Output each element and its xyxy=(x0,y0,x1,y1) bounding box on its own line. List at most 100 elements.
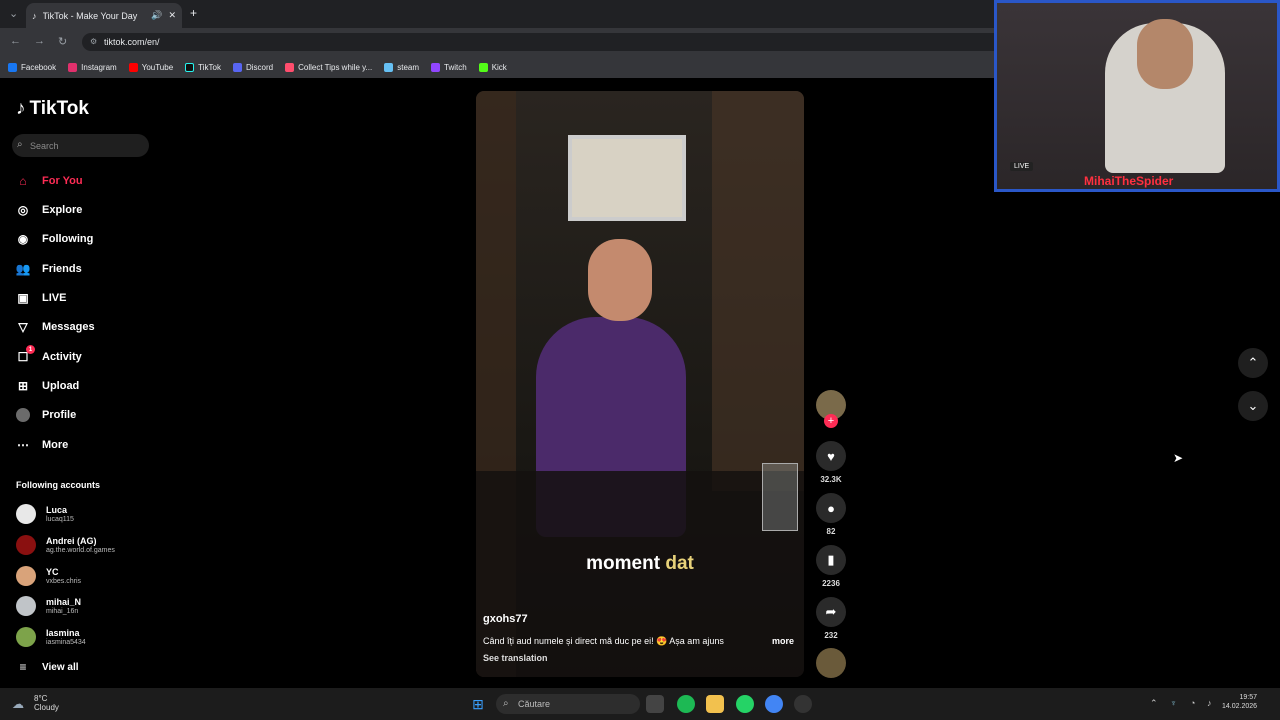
tiktok-logo[interactable]: ♪ TikTok xyxy=(16,98,89,120)
search-icon: ⌕ xyxy=(503,698,509,709)
forward-icon[interactable]: → xyxy=(34,35,45,47)
nav-following[interactable]: ◉ Following xyxy=(16,228,156,250)
volume-icon[interactable]: ♪ xyxy=(1207,698,1212,708)
activity-icon: ☐ 1 xyxy=(16,345,35,364)
back-icon[interactable]: ← xyxy=(10,35,21,47)
windows-start-icon[interactable]: ⊞ xyxy=(469,695,487,713)
url-text: tiktok.com/en/ xyxy=(104,37,160,47)
app-icon[interactable] xyxy=(794,695,812,713)
video-caption: moment dat xyxy=(586,553,694,574)
steam-icon xyxy=(384,62,394,72)
tips-icon xyxy=(285,62,295,72)
nav-upload[interactable]: ⊞ Upload xyxy=(16,375,156,397)
instagram-icon xyxy=(68,62,78,72)
bookmark-icon: ▮ xyxy=(816,545,846,575)
wifi-icon[interactable]: ◔ xyxy=(1190,698,1195,708)
taskbar-search[interactable]: ⌕ Căutare xyxy=(496,694,640,714)
nav-messages[interactable]: ▽ Messages xyxy=(16,316,156,338)
audio-icon[interactable]: 🔊 xyxy=(151,10,162,21)
avatar xyxy=(16,596,36,616)
bookmark-instagram[interactable]: Instagram xyxy=(68,62,117,72)
bookmark-twitch[interactable]: Twitch xyxy=(431,62,467,72)
tray-chevron-icon[interactable]: ⌃ xyxy=(1150,698,1158,709)
spotify-icon[interactable] xyxy=(677,695,695,713)
following-accounts-title: Following accounts xyxy=(16,480,101,490)
account-item[interactable]: Iasmina iasmina5434 xyxy=(16,623,166,651)
tiktok-logo-icon: ♪ xyxy=(16,98,26,119)
creator-avatar[interactable]: + xyxy=(816,390,846,428)
weather-widget[interactable]: 8°C Cloudy xyxy=(34,694,59,712)
avatar xyxy=(16,566,36,586)
account-item[interactable]: mihai_N mihai_16n xyxy=(16,592,166,620)
video-player[interactable]: moment dat gxohs77 Când îți aud numele ș… xyxy=(476,91,804,677)
bookmark-collect-tips[interactable]: Collect Tips while y... xyxy=(285,62,372,72)
save-button[interactable]: ▮ 2236 xyxy=(816,545,846,588)
site-info-icon[interactable]: ⚙ xyxy=(90,37,97,46)
new-tab-icon[interactable]: + xyxy=(190,6,197,20)
search-input[interactable]: ⌕ Search xyxy=(12,134,149,157)
webcam-streamer-name: MihaiTheSpider xyxy=(1084,174,1174,188)
bookmark-youtube[interactable]: YouTube xyxy=(128,62,173,72)
heart-icon: ♥ xyxy=(816,441,846,471)
whatsapp-icon[interactable] xyxy=(736,695,754,713)
nav-more[interactable]: ⋯ More xyxy=(16,434,156,456)
task-view-icon[interactable] xyxy=(646,695,664,713)
tiktok-favicon-icon: ♪ xyxy=(32,10,37,21)
see-translation-link[interactable]: See translation xyxy=(483,653,548,663)
tab-list-icon[interactable]: ⌄ xyxy=(9,7,18,20)
video-description: Când îți aud numele și direct mă duc pe … xyxy=(483,636,724,646)
more-button[interactable]: more xyxy=(772,636,794,646)
webcam-live-badge: LIVE xyxy=(1010,162,1034,171)
chevron-down-icon: ⌄ xyxy=(1247,398,1259,413)
comment-button[interactable]: ● 82 xyxy=(816,493,846,536)
bookmark-steam[interactable]: steam xyxy=(384,62,419,72)
twitch-icon xyxy=(431,62,441,72)
previous-video-button[interactable]: ⌃ xyxy=(1238,348,1268,378)
search-icon: ⌕ xyxy=(17,139,23,150)
music-disc[interactable] xyxy=(816,648,846,678)
nav-profile[interactable]: Profile xyxy=(16,404,156,426)
close-tab-icon[interactable]: ✕ xyxy=(168,10,176,21)
nav-explore[interactable]: ◎ Explore xyxy=(16,199,156,221)
taskbar-clock[interactable]: 19:57 14.02.2026 xyxy=(1222,693,1257,711)
activity-badge: 1 xyxy=(26,345,35,354)
nav-live[interactable]: ▣ LIVE xyxy=(16,287,156,309)
browser-tab[interactable]: ♪ TikTok - Make Your Day 🔊 ✕ xyxy=(26,3,182,28)
account-item[interactable]: YC vxbes.chris xyxy=(16,562,166,590)
bookmark-discord[interactable]: Discord xyxy=(232,62,273,72)
avatar xyxy=(16,504,36,524)
like-button[interactable]: ♥ 32.3K xyxy=(816,441,846,484)
list-icon: ≡ xyxy=(19,660,27,674)
nav-friends[interactable]: 👥 Friends xyxy=(16,258,156,280)
nav-for-you[interactable]: ⌂ For You xyxy=(16,170,156,192)
view-all-button[interactable]: ≡ View all xyxy=(16,656,156,678)
reload-icon[interactable]: ↻ xyxy=(58,35,67,48)
nav-activity[interactable]: ☐ 1 Activity xyxy=(16,345,156,368)
following-icon: ◉ xyxy=(17,232,29,246)
account-item[interactable]: Andrei (AG) ag.the.world.of.games xyxy=(16,531,166,559)
live-icon: ▣ xyxy=(17,291,29,305)
home-icon: ⌂ xyxy=(19,174,27,188)
tray-app-icon[interactable]: ♆ xyxy=(1170,698,1177,708)
chrome-icon[interactable] xyxy=(765,695,783,713)
upload-icon: ⊞ xyxy=(17,379,29,393)
music-disc-icon xyxy=(816,648,846,678)
bookmark-kick[interactable]: Kick xyxy=(478,62,507,72)
follow-plus-icon[interactable]: + xyxy=(824,414,838,428)
video-username[interactable]: gxohs77 xyxy=(483,613,528,625)
friends-icon: 👥 xyxy=(15,262,31,276)
account-item[interactable]: Luca lucaq115 xyxy=(16,500,166,528)
avatar xyxy=(16,627,36,647)
file-explorer-icon[interactable] xyxy=(706,695,724,713)
share-button[interactable]: ➦ 232 xyxy=(816,597,846,640)
glass xyxy=(762,463,798,531)
next-video-button[interactable]: ⌄ xyxy=(1238,391,1268,421)
messages-icon: ▽ xyxy=(18,320,28,334)
bookmark-tiktok[interactable]: TikTok xyxy=(185,62,221,72)
chevron-up-icon: ⌃ xyxy=(1247,355,1259,370)
bookmark-facebook[interactable]: Facebook xyxy=(8,62,56,72)
discord-icon xyxy=(232,62,242,72)
compass-icon: ◎ xyxy=(17,203,29,217)
youtube-icon xyxy=(128,62,138,72)
comment-icon: ● xyxy=(816,493,846,523)
